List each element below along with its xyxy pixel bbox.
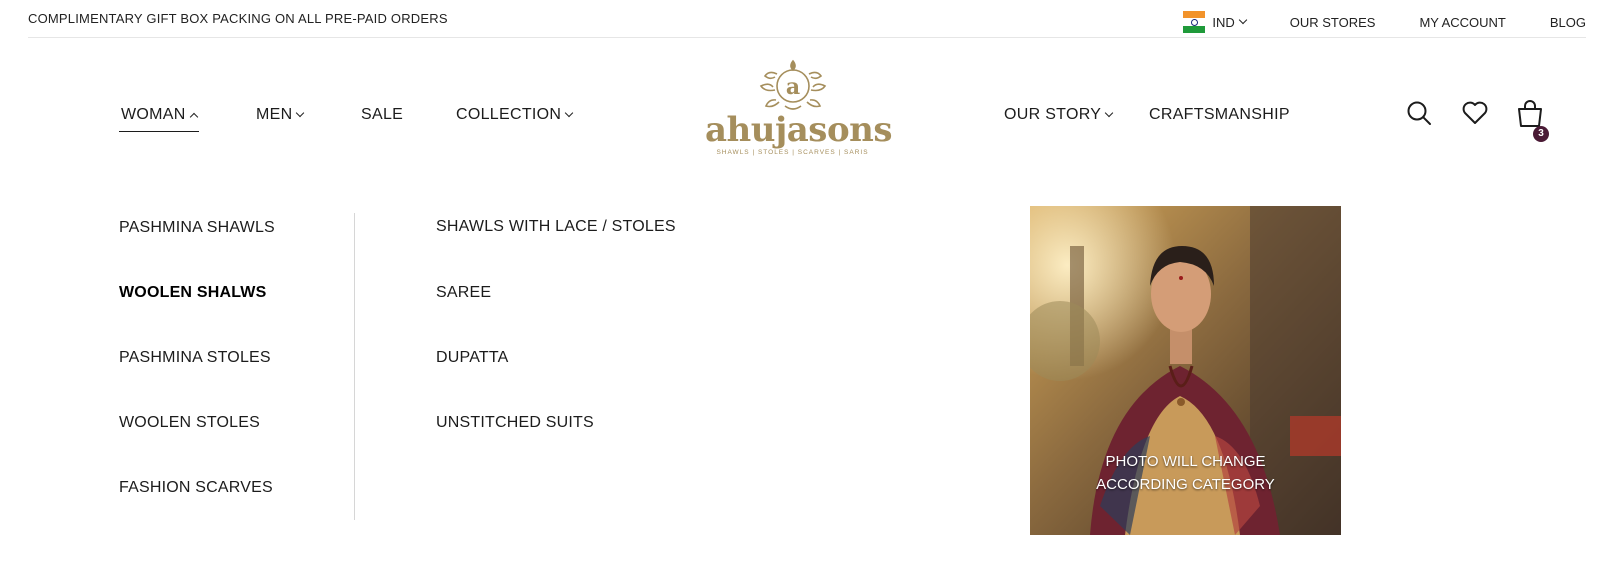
cart-button[interactable]: 3 xyxy=(1516,98,1549,142)
menu-item-woolen-stoles[interactable]: WOOLEN STOLES xyxy=(119,414,260,432)
svg-text:a: a xyxy=(785,74,799,100)
menu-item-unstitched-suits[interactable]: UNSTITCHED SUITS xyxy=(436,414,594,432)
nav-collection-label: COLLECTION xyxy=(456,106,562,123)
chevron-down-icon xyxy=(296,108,305,118)
nav-collection[interactable]: COLLECTION xyxy=(456,106,574,124)
announcement-bar: COMPLIMENTARY GIFT BOX PACKING ON ALL PR… xyxy=(28,0,1586,38)
india-flag-icon xyxy=(1183,11,1206,33)
nav-men-label: MEN xyxy=(256,106,293,123)
nav-craftsmanship[interactable]: CRAFTSMANSHIP xyxy=(1149,106,1290,124)
photo-caption-line-1: PHOTO WILL CHANGE xyxy=(1105,453,1266,470)
chevron-up-icon xyxy=(189,112,198,121)
my-account-link[interactable]: MY ACCOUNT xyxy=(1419,15,1505,30)
cart-count-badge: 3 xyxy=(1533,126,1549,142)
nav-sale-label: SALE xyxy=(361,106,404,123)
chevron-down-icon xyxy=(565,108,574,118)
photo-caption-line-2: ACCORDING CATEGORY xyxy=(1096,476,1275,493)
nav-our-story[interactable]: OUR STORY xyxy=(1004,106,1114,124)
wishlist-button[interactable] xyxy=(1461,100,1489,131)
menu-item-fashion-scarves[interactable]: FASHION SCARVES xyxy=(119,479,273,497)
blog-link[interactable]: BLOG xyxy=(1550,15,1586,30)
nav-our-story-label: OUR STORY xyxy=(1004,106,1102,123)
photo-caption: PHOTO WILL CHANGE ACCORDING CATEGORY xyxy=(1030,450,1341,496)
nav-craftsmanship-label: CRAFTSMANSHIP xyxy=(1149,106,1290,123)
chevron-down-icon xyxy=(1238,15,1247,25)
logo-emblem-icon: a xyxy=(759,59,826,110)
heart-icon xyxy=(1462,101,1488,124)
menu-divider xyxy=(354,213,355,520)
search-button[interactable] xyxy=(1406,100,1432,131)
chevron-down-icon xyxy=(1105,108,1114,118)
menu-item-dupatta[interactable]: DUPATTA xyxy=(436,349,509,367)
country-selector[interactable]: IND xyxy=(1183,11,1247,33)
menu-item-shawls-with-lace[interactable]: SHAWLS WITH LACE / STOLES xyxy=(436,218,676,236)
menu-item-pashmina-stoles[interactable]: PASHMINA STOLES xyxy=(119,349,271,367)
country-label: IND xyxy=(1212,14,1235,30)
brand-name: ahujasons xyxy=(705,110,892,150)
menu-item-woolen-shawls[interactable]: WOOLEN SHALWS xyxy=(119,284,266,302)
brand-logo[interactable]: a ahujasons SHAWLS | STOLES | SCARVES | … xyxy=(705,56,892,171)
search-icon xyxy=(1407,101,1431,125)
our-stores-link[interactable]: OUR STORES xyxy=(1290,15,1376,30)
category-photo[interactable]: PHOTO WILL CHANGE ACCORDING CATEGORY xyxy=(1030,206,1341,535)
nav-sale[interactable]: SALE xyxy=(361,106,403,124)
shopping-bag-icon xyxy=(1518,100,1542,127)
nav-woman-label: WOMAN xyxy=(121,106,186,123)
promo-text: COMPLIMENTARY GIFT BOX PACKING ON ALL PR… xyxy=(28,11,448,26)
nav-men[interactable]: MEN xyxy=(256,106,305,124)
utility-nav: IND OUR STORES MY ACCOUNT BLOG xyxy=(1183,11,1586,33)
nav-woman[interactable]: WOMAN xyxy=(119,106,199,132)
menu-item-saree[interactable]: SAREE xyxy=(436,284,491,302)
menu-item-pashmina-shawls[interactable]: PASHMINA SHAWLS xyxy=(119,219,275,237)
brand-tagline: SHAWLS | STOLES | SCARVES | SARIS xyxy=(716,149,869,156)
